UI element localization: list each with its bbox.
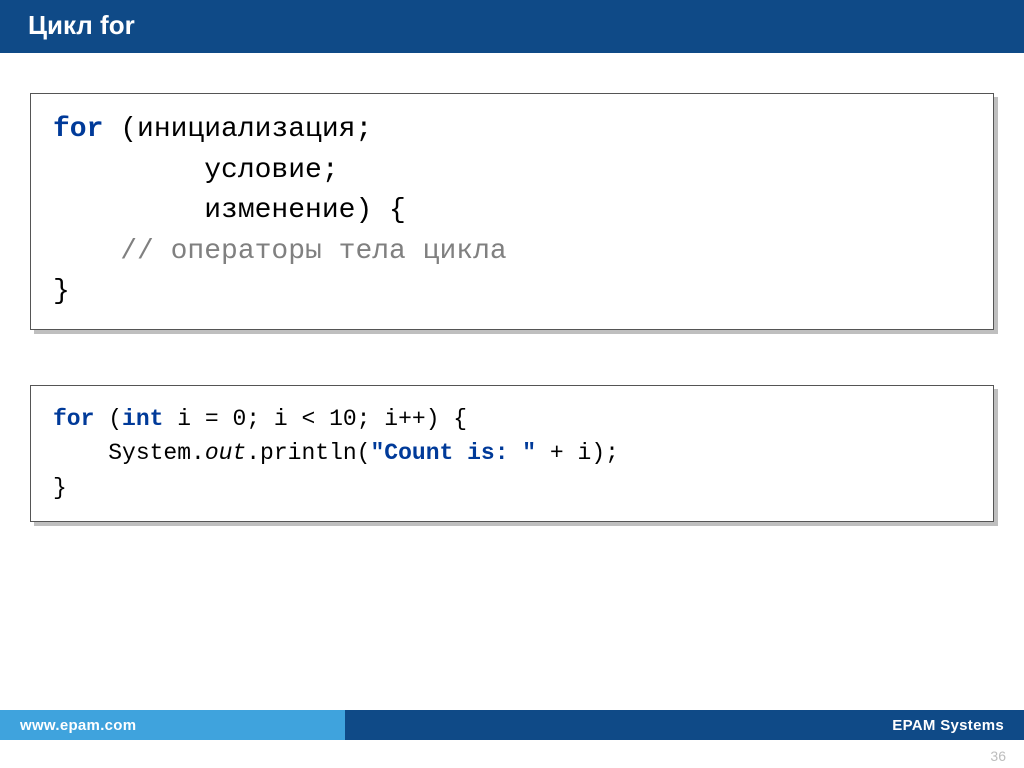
code-syntax-box: for (инициализация; условие; изменение) …	[30, 93, 994, 330]
code-text: }	[53, 475, 67, 501]
keyword-int: int	[122, 406, 163, 432]
code-text: условие;	[53, 155, 339, 186]
code-text: }	[53, 276, 70, 307]
footer-bar: www.epam.com EPAM Systems	[0, 710, 1024, 740]
code-text: .println(	[246, 440, 370, 466]
keyword-for: for	[53, 406, 94, 432]
code-text: System.	[53, 440, 205, 466]
code-text: i = 0; i < 10; i++) {	[163, 406, 467, 432]
code-text: изменение) {	[53, 195, 406, 226]
code-text: (	[94, 406, 122, 432]
slide: Цикл for for (инициализация; условие; из…	[0, 0, 1024, 768]
slide-content: for (инициализация; условие; изменение) …	[0, 53, 1024, 768]
slide-title: Цикл for	[28, 10, 135, 40]
code-text: (инициализация;	[103, 114, 372, 145]
code-field-out: out	[205, 440, 246, 466]
keyword-for: for	[53, 114, 103, 145]
page-number: 36	[990, 748, 1006, 764]
code-example-box: for (int i = 0; i < 10; i++) { System.ou…	[30, 385, 994, 523]
slide-title-bar: Цикл for	[0, 0, 1024, 53]
footer-company: EPAM Systems	[345, 710, 1024, 740]
code-string: "Count is: "	[370, 440, 536, 466]
footer-url: www.epam.com	[0, 710, 345, 740]
code-comment: // операторы тела цикла	[53, 236, 507, 267]
code-text: + i);	[536, 440, 619, 466]
